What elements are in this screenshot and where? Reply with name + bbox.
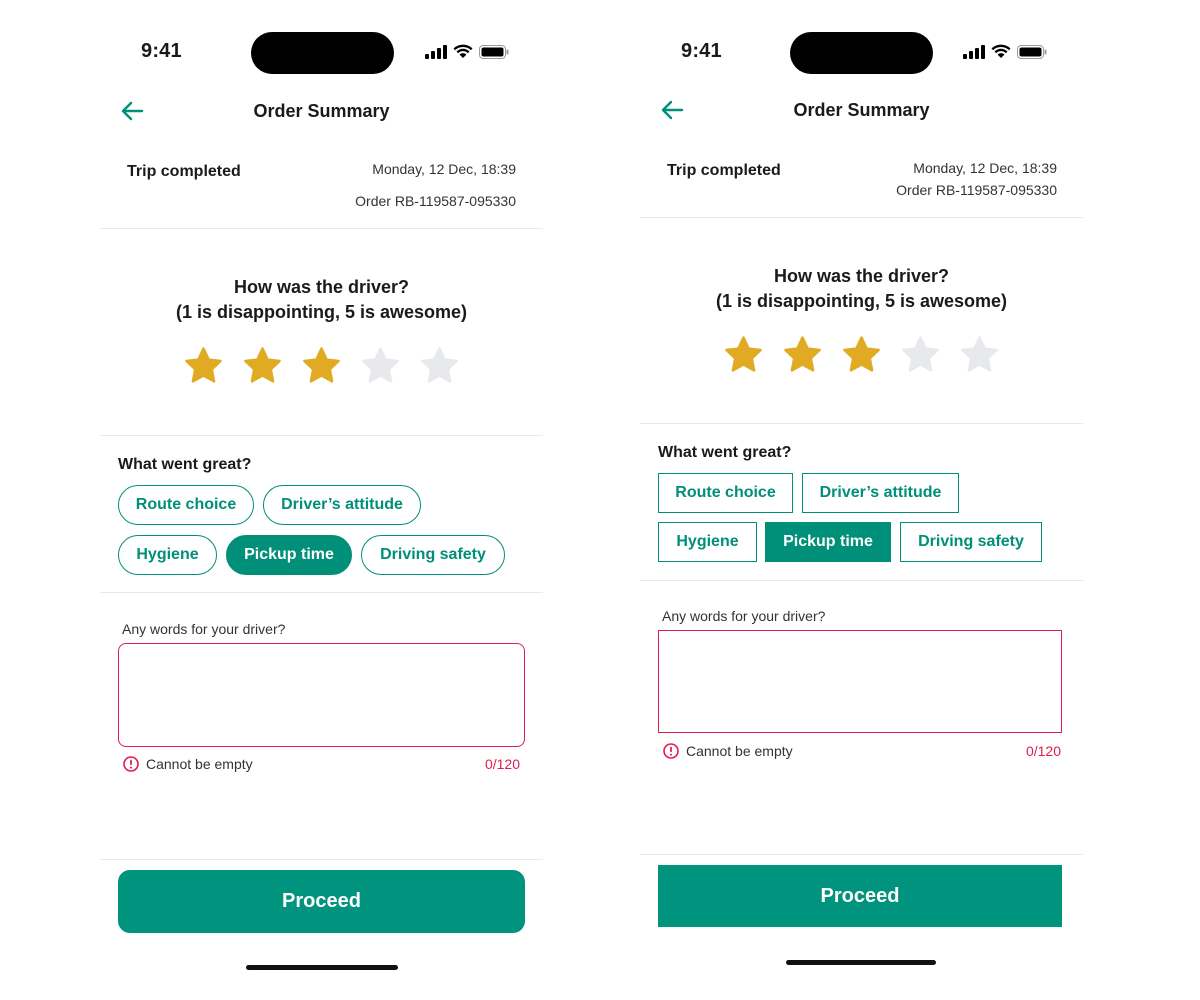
divider — [100, 228, 543, 229]
chip-route-choice[interactable]: Route choice — [118, 485, 254, 525]
char-counter: 0/120 — [1025, 743, 1061, 759]
divider — [640, 580, 1083, 581]
star-icon[interactable] — [301, 345, 342, 386]
trip-status: Trip completed — [127, 163, 241, 180]
star-icon[interactable] — [900, 334, 941, 375]
wifi-icon — [991, 44, 1011, 58]
status-icons — [425, 44, 509, 59]
star-rating — [640, 334, 1083, 375]
trip-date: Monday, 12 Dec, 18:39 — [372, 161, 516, 177]
status-time: 9:41 — [141, 40, 182, 62]
cellular-signal-icon — [963, 44, 985, 59]
error-message: Cannot be empty — [663, 743, 793, 759]
error-message: Cannot be empty — [123, 756, 253, 772]
divider — [640, 854, 1083, 855]
divider — [100, 435, 543, 436]
order-number: Order RB-119587-095330 — [896, 182, 1057, 198]
dynamic-island — [251, 32, 394, 74]
error-text: Cannot be empty — [686, 743, 793, 759]
star-icon[interactable] — [360, 345, 401, 386]
chip-label: Hygiene — [676, 533, 739, 550]
feedback-label: What went great? — [118, 456, 252, 473]
rating-question: How was the driver? (1 is disappointing,… — [640, 264, 1083, 314]
star-icon[interactable] — [723, 334, 764, 375]
divider — [100, 859, 543, 860]
alert-circle-icon — [663, 743, 679, 759]
chip-route-choice[interactable]: Route choice — [658, 473, 793, 513]
chip-hygiene[interactable]: Hygiene — [118, 535, 217, 575]
divider — [640, 423, 1083, 424]
char-counter: 0/120 — [484, 756, 520, 772]
rating-question-line2: (1 is disappointing, 5 is awesome) — [715, 291, 1008, 311]
phone-screen-rounded: 9:41 Order Summary Trip completed Monday… — [100, 0, 543, 1000]
status-icons — [963, 44, 1047, 59]
error-text: Cannot be empty — [146, 756, 253, 772]
cellular-signal-icon — [425, 44, 447, 59]
page-title: Order Summary — [793, 100, 930, 120]
chip-label: Driver’s attitude — [281, 496, 403, 513]
chip-drivers-attitude[interactable]: Driver’s attitude — [802, 473, 959, 513]
star-rating — [100, 345, 543, 386]
battery-icon — [1017, 44, 1047, 59]
trip-status: Trip completed — [667, 162, 781, 179]
trip-date: Monday, 12 Dec, 18:39 — [913, 160, 1057, 176]
star-icon[interactable] — [782, 334, 823, 375]
divider — [100, 592, 543, 593]
home-indicator — [786, 960, 936, 965]
chip-label: Driver’s attitude — [819, 484, 942, 501]
chip-drivers-attitude[interactable]: Driver’s attitude — [263, 485, 421, 525]
comment-textarea[interactable] — [658, 630, 1062, 733]
comment-textarea[interactable] — [118, 643, 525, 747]
battery-icon — [479, 44, 509, 59]
chip-pickup-time[interactable]: Pickup time — [765, 522, 891, 562]
comment-label: Any words for your driver? — [122, 621, 286, 637]
feedback-label: What went great? — [658, 444, 792, 461]
chip-label: Pickup time — [783, 533, 873, 550]
home-indicator — [246, 965, 398, 970]
dynamic-island — [790, 32, 933, 74]
alert-circle-icon — [123, 756, 139, 772]
chip-label: Route choice — [675, 484, 776, 501]
page-title: Order Summary — [253, 101, 390, 121]
star-icon[interactable] — [242, 345, 283, 386]
comment-label: Any words for your driver? — [662, 608, 826, 624]
chip-label: Route choice — [135, 496, 237, 513]
star-icon[interactable] — [841, 334, 882, 375]
rating-question-line1: How was the driver? — [773, 266, 950, 286]
star-icon[interactable] — [959, 334, 1000, 375]
chip-hygiene[interactable]: Hygiene — [658, 522, 757, 562]
divider — [640, 217, 1083, 218]
rating-question-line2: (1 is disappointing, 5 is awesome) — [175, 302, 468, 322]
rating-question: How was the driver? (1 is disappointing,… — [100, 275, 543, 325]
rating-question-line1: How was the driver? — [233, 277, 410, 297]
star-icon[interactable] — [183, 345, 224, 386]
star-icon[interactable] — [419, 345, 460, 386]
chip-driving-safety[interactable]: Driving safety — [900, 522, 1042, 562]
chip-pickup-time[interactable]: Pickup time — [226, 535, 352, 575]
proceed-button[interactable]: Proceed — [658, 865, 1062, 927]
chip-label: Pickup time — [244, 546, 334, 563]
status-time: 9:41 — [681, 40, 722, 62]
order-number: Order RB-119587-095330 — [355, 193, 516, 209]
chip-driving-safety[interactable]: Driving safety — [361, 535, 505, 575]
phone-screen-square: 9:41 Order Summary Trip completed Monday… — [640, 0, 1083, 1000]
chip-label: Driving safety — [918, 533, 1024, 550]
chip-label: Hygiene — [136, 546, 199, 563]
wifi-icon — [453, 44, 473, 58]
proceed-button[interactable]: Proceed — [118, 870, 525, 933]
chip-label: Driving safety — [380, 546, 486, 563]
